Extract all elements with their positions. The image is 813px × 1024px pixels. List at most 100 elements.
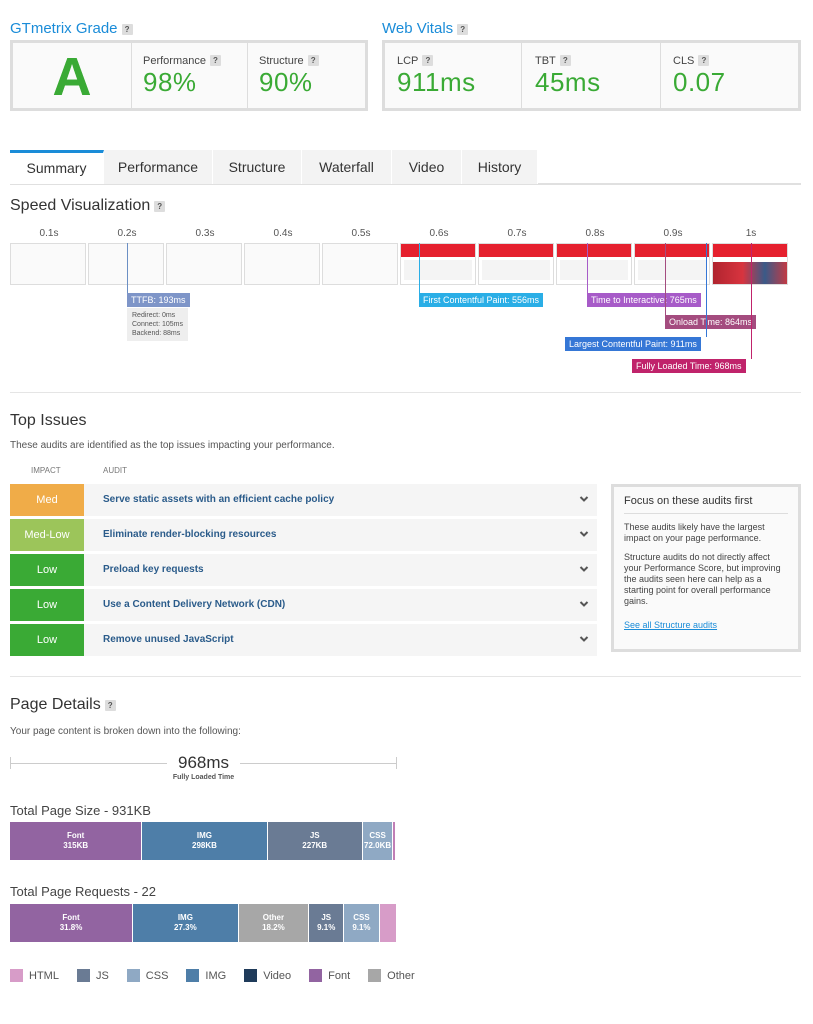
audit-column-header: AUDIT [103, 466, 127, 475]
segment-name: Font [62, 913, 80, 922]
divider [521, 43, 522, 108]
issue-row[interactable]: Low Use a Content Delivery Network (CDN) [10, 589, 597, 621]
tab-summary[interactable]: Summary [10, 150, 104, 184]
js-segment[interactable]: JS 9.1% [309, 904, 345, 942]
help-icon[interactable]: ? [559, 55, 571, 66]
cls-value: 0.07 [673, 67, 726, 97]
filmstrip-frame[interactable] [478, 243, 554, 285]
css-segment[interactable]: CSS 9.1% [344, 904, 380, 942]
legend-swatch [76, 969, 90, 982]
audit-title[interactable]: Preload key requests [103, 554, 204, 586]
speed-visualization-label: Speed Visualization [10, 197, 151, 214]
filmstrip-frame[interactable] [88, 243, 164, 285]
help-icon[interactable]: ? [104, 700, 116, 711]
divider [10, 392, 801, 393]
legend-swatch [10, 969, 23, 982]
tab-structure[interactable]: Structure [213, 150, 302, 184]
focus-title: Focus on these audits first [624, 495, 788, 514]
audit-title[interactable]: Serve static assets with an efficient ca… [103, 484, 334, 516]
chevron-down-icon[interactable] [579, 519, 589, 551]
frame-header [479, 244, 553, 257]
help-icon[interactable]: ? [422, 55, 434, 66]
small-segment[interactable] [395, 822, 397, 860]
page-size-bar: Font 315KB IMG 298KB JS 227KB CSS 72.0KB [10, 822, 397, 860]
audit-title[interactable]: Eliminate render-blocking resources [103, 519, 276, 551]
legend-item: CSS [126, 969, 168, 982]
help-icon[interactable]: ? [307, 55, 319, 66]
legend-item: IMG [186, 969, 226, 982]
filmstrip-frame[interactable] [10, 243, 86, 285]
help-icon[interactable]: ? [698, 55, 710, 66]
img-segment[interactable]: IMG 27.3% [133, 904, 239, 942]
issue-row[interactable]: Low Remove unused JavaScript [10, 624, 597, 656]
chevron-down-icon[interactable] [579, 484, 589, 516]
segment-value: 31.8% [59, 923, 83, 932]
filmstrip-frame[interactable] [322, 243, 398, 285]
help-icon[interactable]: ? [154, 201, 166, 212]
timeline-line-left [10, 763, 167, 764]
total-page-size-title: Total Page Size - 931KB [10, 803, 151, 818]
performance-label: Performance [143, 55, 206, 67]
gtmetrix-grade-title: GTmetrix Grade? [10, 20, 133, 37]
tab-waterfall[interactable]: Waterfall [302, 150, 392, 184]
page-requests-bar: Font 31.8% IMG 27.3% Other 18.2% JS 9.1% CSS 9.1% [10, 904, 397, 942]
filmstrip-frame[interactable] [400, 243, 476, 285]
small-segment[interactable] [379, 904, 397, 942]
timeline-tick: 0.2s [117, 228, 137, 239]
grade-letter: A [13, 43, 131, 111]
legend-swatch [186, 969, 200, 982]
fcp-marker-line [419, 243, 420, 293]
segment-name: JS [309, 831, 320, 840]
js-segment[interactable]: JS 227KB [267, 822, 363, 860]
frame-hero-image [713, 262, 787, 284]
filmstrip-frame[interactable] [166, 243, 242, 285]
help-icon[interactable]: ? [209, 55, 221, 66]
issue-row[interactable]: Med Serve static assets with an efficient… [10, 484, 597, 516]
audit-title[interactable]: Use a Content Delivery Network (CDN) [103, 589, 285, 621]
filmstrip-frame[interactable] [712, 243, 788, 285]
frame-header [635, 244, 709, 257]
font-segment[interactable]: Font 31.8% [10, 904, 134, 942]
frame-body [404, 260, 472, 280]
help-icon[interactable]: ? [121, 24, 133, 35]
filmstrip-frame[interactable] [244, 243, 320, 285]
filmstrip-frame[interactable] [634, 243, 710, 285]
tab-history[interactable]: History [462, 150, 538, 184]
divider [660, 43, 661, 108]
structure-metric: Structure? 90% [259, 55, 319, 98]
chevron-down-icon[interactable] [579, 624, 589, 656]
see-all-structure-audits-link[interactable]: See all Structure audits [624, 620, 717, 630]
css-segment[interactable]: CSS 72.0KB [362, 822, 394, 860]
legend: HTML JS CSS IMG Video Font Other [10, 969, 433, 982]
other-segment[interactable]: Other 18.2% [238, 904, 310, 942]
impact-badge: Low [10, 624, 84, 656]
legend-swatch [126, 969, 140, 982]
filmstrip-frame[interactable] [556, 243, 632, 285]
tab-performance[interactable]: Performance [104, 150, 213, 184]
legend-item: Other [368, 969, 415, 982]
focus-text-2: Structure audits do not directly affect … [624, 552, 781, 606]
divider [247, 43, 248, 108]
issue-row[interactable]: Low Preload key requests [10, 554, 597, 586]
font-segment[interactable]: Font 315KB [10, 822, 143, 860]
frame-body [560, 260, 628, 280]
grade-letter-cell: A [13, 43, 131, 108]
img-segment[interactable]: IMG 298KB [142, 822, 268, 860]
frame-body [638, 260, 706, 280]
tti-label: Time to Interactive: 765ms [587, 293, 701, 307]
speed-visualization-title: Speed Visualization? [10, 197, 166, 215]
legend-label: IMG [205, 969, 227, 982]
lcp-marker-line [706, 243, 707, 337]
timeline-tick: 0.6s [429, 228, 449, 239]
segment-name: Other [262, 913, 285, 922]
issue-row[interactable]: Med-Low Eliminate render-blocking resourc… [10, 519, 597, 551]
audit-title[interactable]: Remove unused JavaScript [103, 624, 234, 656]
impact-column-header: IMPACT [31, 466, 61, 475]
tab-video[interactable]: Video [392, 150, 462, 184]
legend-label: Video [263, 969, 292, 982]
chevron-down-icon[interactable] [579, 589, 589, 621]
help-icon[interactable]: ? [457, 24, 469, 35]
chevron-down-icon[interactable] [579, 554, 589, 586]
onload-label: Onload Time: 864ms [665, 315, 757, 329]
impact-badge: Med [10, 484, 84, 516]
